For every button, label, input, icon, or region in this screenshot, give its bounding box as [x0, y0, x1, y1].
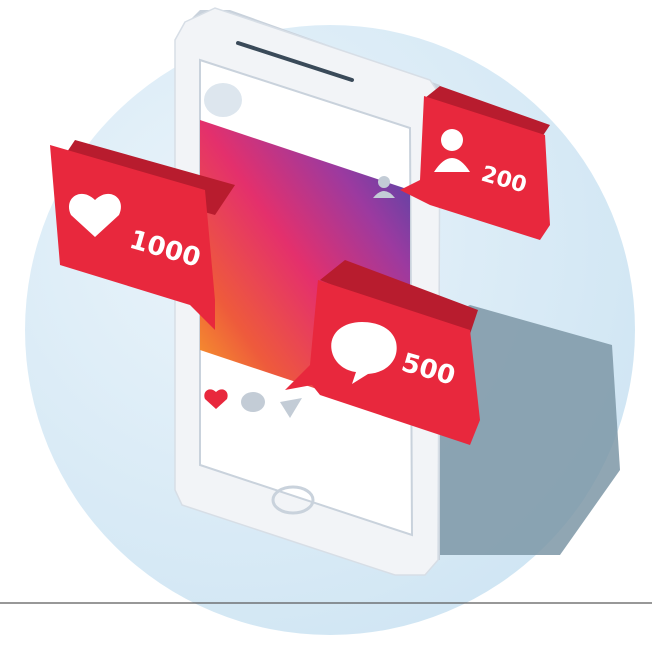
comment-icon: [241, 392, 265, 412]
social-media-illustration: 1000 500 200: [0, 7, 652, 635]
profile-avatar: [204, 83, 242, 117]
